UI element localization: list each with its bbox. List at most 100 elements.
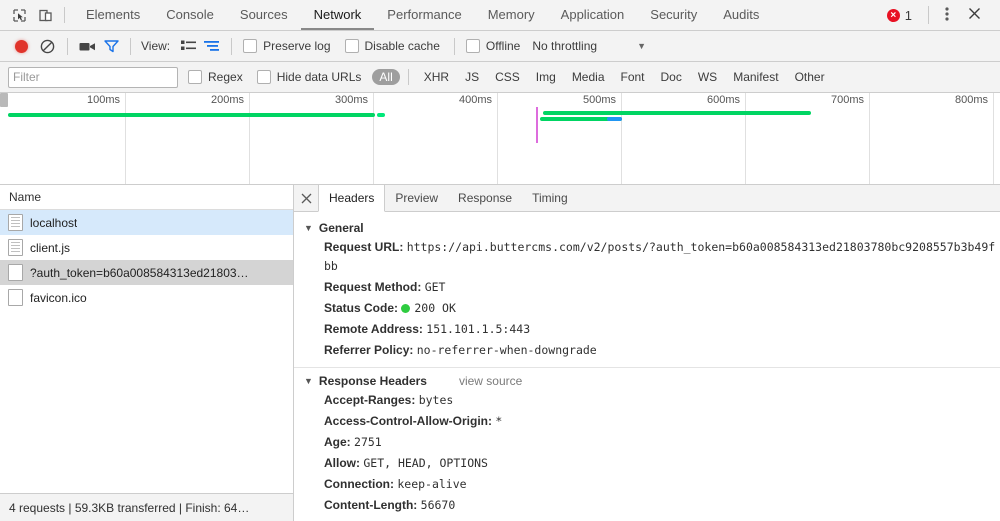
filter-input[interactable] (8, 67, 178, 88)
header-name: Accept-Ranges: (324, 393, 415, 407)
request-list-header[interactable]: Name (0, 185, 293, 210)
header-content-type: Content-Type: application/json (294, 516, 1000, 521)
tab-audits[interactable]: Audits (710, 0, 772, 30)
status-ok-icon (401, 304, 410, 313)
header-request-method: Request Method: GET (294, 277, 1000, 298)
header-value: 2751 (354, 435, 382, 449)
overview-bar-localhost (8, 113, 375, 117)
tab-response[interactable]: Response (448, 185, 522, 211)
disable-cache-checkbox[interactable]: Disable cache (345, 39, 440, 53)
filter-type-ws[interactable]: WS (691, 69, 724, 85)
tab-headers[interactable]: Headers (318, 185, 385, 212)
preserve-log-label: Preserve log (263, 39, 330, 53)
filter-type-xhr[interactable]: XHR (417, 69, 456, 85)
preserve-log-checkbox[interactable]: Preserve log (243, 39, 330, 53)
tab-memory[interactable]: Memory (475, 0, 548, 30)
chevron-down-icon[interactable]: ▼ (637, 41, 646, 51)
resource-type-filters: All XHR JS CSS Img Media Font Doc WS Man… (371, 69, 832, 85)
clear-button[interactable] (34, 33, 60, 59)
clear-icon (40, 39, 55, 54)
header-value: 56670 (421, 498, 456, 512)
tick-label-500ms: 500ms (583, 94, 621, 106)
header-name: Connection: (324, 477, 394, 491)
hide-data-urls-checkbox[interactable]: Hide data URLs (257, 70, 362, 84)
filter-toggle-button[interactable] (99, 34, 123, 58)
error-count-badge[interactable]: × 1 (879, 8, 920, 23)
header-accept-ranges: Accept-Ranges: bytes (294, 390, 1000, 411)
kebab-menu-icon[interactable] (937, 6, 957, 25)
header-value: bytes (419, 393, 454, 407)
tab-security[interactable]: Security (637, 0, 710, 30)
offline-label: Offline (486, 39, 520, 53)
device-toolbar-icon[interactable] (32, 3, 58, 27)
request-list[interactable]: localhost client.js ?auth_token=b60a0085… (0, 210, 293, 493)
view-source-link[interactable]: view source (459, 374, 522, 388)
table-row[interactable]: favicon.ico (0, 285, 293, 310)
tab-application[interactable]: Application (548, 0, 638, 30)
filter-type-doc[interactable]: Doc (654, 69, 689, 85)
network-overview-timeline[interactable]: 100ms 200ms 300ms 400ms 500ms 600ms 700m… (0, 93, 1000, 185)
hide-data-urls-label: Hide data URLs (277, 70, 362, 84)
filter-type-other[interactable]: Other (788, 69, 832, 85)
table-row[interactable]: ?auth_token=b60a008584313ed21803… (0, 260, 293, 285)
request-details-pane: Headers Preview Response Timing ▼ Genera… (294, 185, 1000, 521)
table-row[interactable]: client.js (0, 235, 293, 260)
header-value: GET (425, 280, 446, 294)
overview-bar-request-bottom-blue (607, 117, 622, 121)
funnel-icon (104, 39, 119, 53)
document-icon (8, 214, 23, 231)
filter-type-css[interactable]: CSS (488, 69, 527, 85)
filter-type-media[interactable]: Media (565, 69, 612, 85)
filter-type-all[interactable]: All (372, 69, 399, 85)
header-name: Request URL: (324, 240, 403, 254)
header-name: Allow: (324, 456, 360, 470)
headers-content: ▼ General Request URL: https://api.butte… (294, 212, 1000, 521)
close-icon[interactable] (959, 7, 990, 23)
tab-elements[interactable]: Elements (73, 0, 153, 30)
chevron-down-icon: ▼ (304, 376, 313, 386)
details-tab-bar: Headers Preview Response Timing (294, 185, 1000, 212)
filter-type-font[interactable]: Font (614, 69, 652, 85)
filter-type-js[interactable]: JS (458, 69, 486, 85)
network-status-bar: 4 requests | 59.3KB transferred | Finish… (0, 493, 293, 521)
offline-checkbox[interactable]: Offline (466, 39, 520, 53)
record-button[interactable] (8, 33, 34, 59)
tab-timing[interactable]: Timing (522, 185, 578, 211)
filter-divider (408, 69, 409, 85)
header-name: Status Code: (324, 301, 398, 315)
tick-label-800ms: 800ms (955, 94, 993, 106)
header-value: * (495, 414, 502, 428)
header-value: 200 OK (414, 301, 456, 315)
header-name: Request Method: (324, 280, 421, 294)
close-icon[interactable] (294, 185, 318, 211)
tick-label-200ms: 200ms (211, 94, 249, 106)
network-controls-toolbar: View: Preserve log Disable cache (0, 31, 1000, 62)
response-headers-section-header[interactable]: ▼ Response Headers view source (294, 372, 1000, 390)
regex-checkbox[interactable]: Regex (188, 70, 243, 84)
general-section-header[interactable]: ▼ General (294, 219, 1000, 237)
throttling-select[interactable]: No throttling (532, 39, 597, 53)
filter-type-img[interactable]: Img (529, 69, 563, 85)
capture-screenshots-button[interactable] (75, 34, 99, 58)
devtools-window: Elements Console Sources Network Perform… (0, 0, 1000, 521)
tab-preview[interactable]: Preview (385, 185, 448, 211)
waterfall-view-icon[interactable] (200, 34, 224, 58)
filter-type-manifest[interactable]: Manifest (726, 69, 785, 85)
tab-sources[interactable]: Sources (227, 0, 301, 30)
header-access-control-allow-origin: Access-Control-Allow-Origin: * (294, 411, 1000, 432)
table-row[interactable]: localhost (0, 210, 293, 235)
error-count-label: 1 (905, 8, 912, 23)
checkbox-box (188, 70, 202, 84)
devtools-tab-bar: Elements Console Sources Network Perform… (0, 0, 1000, 31)
tab-network[interactable]: Network (301, 0, 375, 30)
header-name: Age: (324, 435, 351, 449)
error-icon: × (887, 9, 900, 22)
tab-console[interactable]: Console (153, 0, 227, 30)
tab-performance[interactable]: Performance (374, 0, 474, 30)
header-content-length: Content-Length: 56670 (294, 495, 1000, 516)
header-connection: Connection: keep-alive (294, 474, 1000, 495)
toolbar-divider (130, 38, 131, 55)
inspect-cursor-icon[interactable] (6, 3, 32, 27)
list-view-icon[interactable] (176, 34, 200, 58)
tick-label-400ms: 400ms (459, 94, 497, 106)
